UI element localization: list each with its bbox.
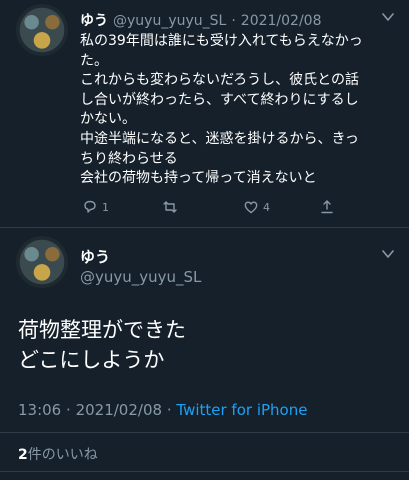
retweet-button[interactable] (162, 199, 178, 215)
tweet-text: 荷物整理ができた どこにしようか (18, 315, 398, 375)
likes-label: 件のいいね (27, 447, 98, 463)
tweet-line: ちり終わらせる (80, 150, 178, 167)
dot-separator: · (231, 13, 236, 29)
tweet-text: 私の39年間は誰にも受け入れてもらえなかっ た。 これからも変わらないだろうし、… (80, 32, 400, 189)
tweet-time: 13:06 (18, 401, 62, 419)
display-name[interactable]: ゆう (80, 246, 110, 267)
share-button[interactable] (319, 199, 335, 215)
tweet-line: 私の39年間は誰にも受け入れてもらえなかっ (80, 33, 363, 49)
dot-separator: · (66, 401, 71, 419)
divider (0, 432, 409, 433)
retweet-icon (163, 201, 177, 213)
chevron-down-icon[interactable] (381, 10, 395, 24)
avatar[interactable] (16, 236, 68, 288)
tweet-line: 会社の荷物も持って帰って消えないと (80, 170, 317, 187)
likes-count: 2 (18, 447, 28, 463)
tweet-line: これからも変わらないだろうし、彼氏との話 (80, 72, 360, 89)
tweet-line: どこにしようか (18, 348, 165, 372)
dot-separator: · (166, 401, 172, 419)
reply-count: 1 (102, 200, 109, 214)
tweet-line: 荷物整理ができた (18, 318, 186, 342)
like-count: 4 (263, 200, 270, 214)
like-button[interactable]: 4 (243, 199, 270, 215)
divider (0, 471, 409, 472)
tweet-line: た。 (80, 52, 108, 69)
source-link[interactable]: Twitter for iPhone (176, 401, 307, 419)
handle[interactable]: @yuyu_yuyu_SL (80, 268, 201, 286)
tweet-line: し合いが終わったら、すべて終わりにするし (80, 91, 359, 108)
tweet-line: 中途半端になると、迷惑を掛けるから、きっ (80, 130, 359, 147)
heart-icon (244, 201, 258, 214)
likes-summary[interactable]: 2件のいいね (18, 444, 98, 464)
tweet-header: ゆう @yuyu_yuyu_SL · 2021/02/08 (80, 10, 399, 30)
tweet-date[interactable]: 2021/02/08 (241, 13, 322, 29)
tweet-date: 2021/02/08 (75, 401, 163, 419)
reply-icon (84, 200, 96, 213)
reply-button[interactable]: 1 (82, 199, 109, 215)
share-icon (321, 200, 333, 214)
display-name[interactable]: ゆう (80, 10, 108, 30)
handle[interactable]: @yuyu_yuyu_SL (113, 13, 226, 29)
tweet-timestamp: 13:06 · 2021/02/08 · Twitter for iPhone (18, 401, 307, 419)
chevron-down-icon[interactable] (381, 247, 395, 261)
avatar[interactable] (16, 4, 68, 56)
divider (0, 227, 409, 228)
action-bar: 1 4 (80, 199, 400, 217)
tweet-line: かない。 (80, 111, 136, 128)
